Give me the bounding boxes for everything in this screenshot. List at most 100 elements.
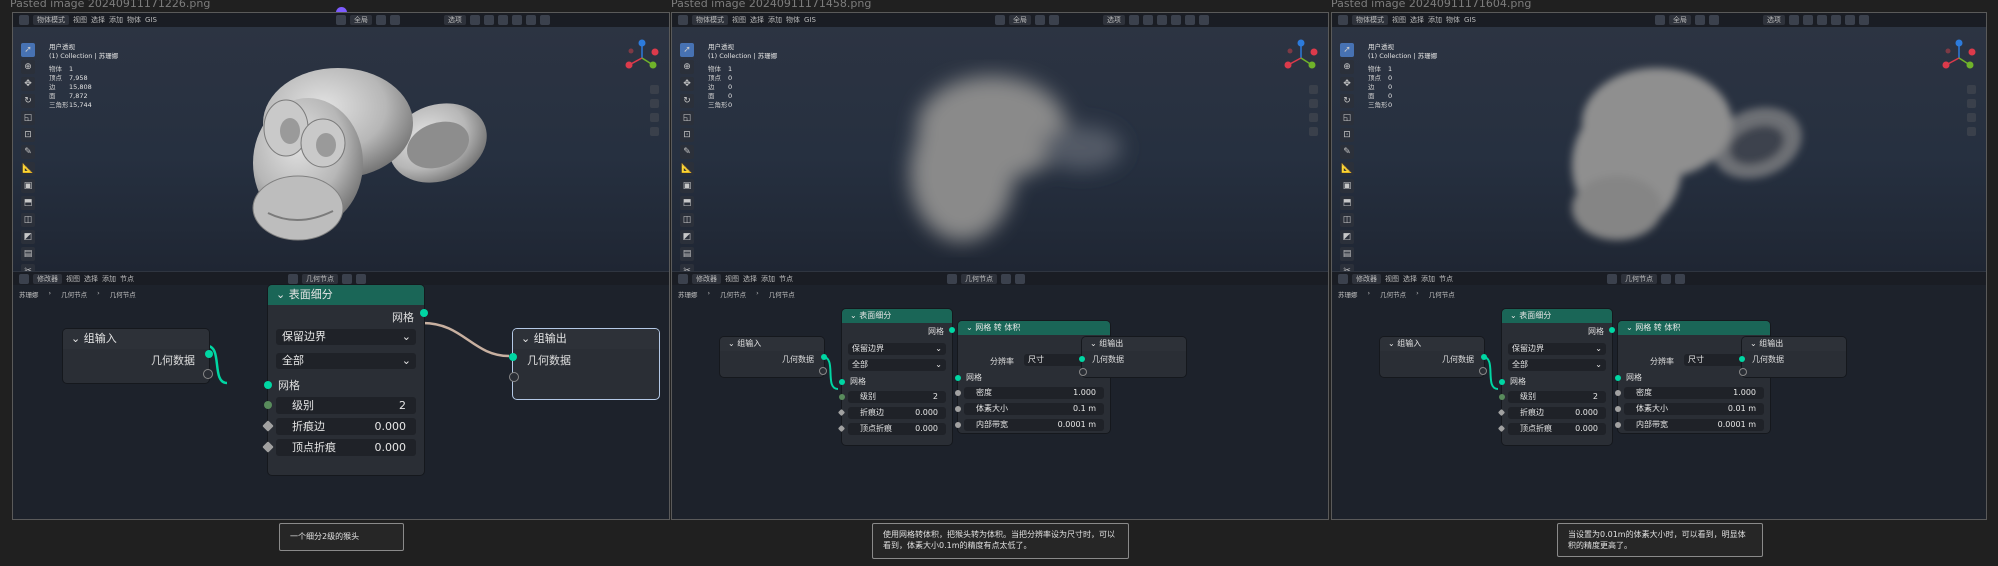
- fake-user-icon[interactable]: [342, 274, 352, 284]
- mesh-input-socket[interactable]: [955, 375, 961, 381]
- move-tool-icon[interactable]: ✥: [21, 77, 35, 91]
- mesh-output-socket[interactable]: [1609, 327, 1615, 333]
- node-editor-canvas[interactable]: 苏珊娜 › 几何节点 › 几何节点 ⌄ 组输入 几何数据 ⌄ 表面细分 网格 保留边…: [672, 285, 1328, 519]
- level-field[interactable]: 级别 2: [848, 391, 946, 403]
- annotate-tool-icon[interactable]: ✎: [21, 145, 35, 159]
- group-output-node[interactable]: ⌄ 组输出 几何数据: [509, 329, 659, 399]
- geometry-input-socket[interactable]: [509, 353, 517, 361]
- fake-user-icon[interactable]: [1661, 274, 1671, 284]
- inset-tool-icon[interactable]: ◫: [1340, 213, 1354, 227]
- overlay-icon[interactable]: [497, 15, 508, 25]
- menu-view[interactable]: 视图: [725, 274, 739, 284]
- boundary-smooth-dropdown[interactable]: 全部 ⌄: [848, 359, 946, 371]
- transform-tool-icon[interactable]: ⊡: [1340, 128, 1354, 142]
- node-tree-icon[interactable]: [288, 274, 298, 284]
- loop-cut-tool-icon[interactable]: ▤: [1340, 247, 1354, 261]
- mesh-output-socket[interactable]: [949, 327, 955, 333]
- crease-socket[interactable]: [837, 408, 846, 417]
- edge-crease-field[interactable]: 折痕边 0.000: [848, 407, 946, 419]
- menu-add[interactable]: 添加: [1428, 15, 1442, 25]
- menu-view[interactable]: 视图: [1385, 274, 1399, 284]
- scale-tool-icon[interactable]: ◱: [680, 111, 694, 125]
- transform-icon[interactable]: [994, 15, 1005, 25]
- rotate-tool-icon[interactable]: ↻: [680, 94, 694, 108]
- uv-smooth-dropdown[interactable]: 保留边界 ⌄: [276, 329, 416, 345]
- vertex-crease-socket[interactable]: [262, 441, 274, 453]
- mesh-output-socket[interactable]: [420, 309, 428, 317]
- mode-dropdown[interactable]: 物体模式: [33, 15, 69, 25]
- mesh-input-socket[interactable]: [1499, 379, 1505, 385]
- annotate-tool-icon[interactable]: ✎: [1340, 145, 1354, 159]
- gizmo-icon[interactable]: [1142, 15, 1153, 25]
- zoom-icon[interactable]: [1309, 85, 1318, 94]
- vertex-crease-field[interactable]: 顶点折痕 0.000: [276, 439, 416, 456]
- density-socket[interactable]: [1615, 390, 1621, 396]
- camera-icon[interactable]: [1309, 113, 1318, 122]
- menu-node[interactable]: 节点: [779, 274, 793, 284]
- edge-crease-field[interactable]: 折痕边 0.000: [1508, 407, 1606, 419]
- menu-object[interactable]: 物体: [786, 15, 800, 25]
- mesh-input-socket[interactable]: [839, 379, 845, 385]
- voxel-size-field[interactable]: 体素大小 0.1 m: [964, 403, 1104, 415]
- options-dropdown[interactable]: 选项: [1762, 15, 1785, 25]
- interior-band-field[interactable]: 内部带宽 0.0001 m: [964, 419, 1104, 431]
- rotate-tool-icon[interactable]: ↻: [21, 94, 35, 108]
- node-editor-canvas[interactable]: 苏珊娜 › 几何节点 › 几何节点 ⌄ 组输入 几何数据 ⌄ 表面细分 网格 保留边…: [1332, 285, 1986, 519]
- interior-band-socket[interactable]: [1615, 422, 1621, 428]
- perspective-icon[interactable]: [1309, 127, 1318, 136]
- menu-view[interactable]: 视图: [732, 15, 746, 25]
- vertex-crease-field[interactable]: 顶点折痕 0.000: [1508, 423, 1606, 435]
- navigation-gizmo[interactable]: [1282, 39, 1320, 77]
- select-tool-icon[interactable]: ➚: [680, 43, 694, 57]
- editor-type-icon[interactable]: [19, 274, 29, 284]
- knife-tool-icon[interactable]: ✂: [1340, 264, 1354, 271]
- visibility-icon[interactable]: [1128, 15, 1139, 25]
- camera-icon[interactable]: [650, 113, 659, 122]
- vertex-crease-socket[interactable]: [1497, 424, 1506, 433]
- add-cube-tool-icon[interactable]: ▣: [21, 179, 35, 193]
- geometry-input-socket[interactable]: [1739, 356, 1745, 362]
- perspective-icon[interactable]: [650, 127, 659, 136]
- measure-tool-icon[interactable]: 📐: [680, 162, 694, 176]
- scale-tool-icon[interactable]: ◱: [1340, 111, 1354, 125]
- editor-type-icon[interactable]: [1338, 274, 1348, 284]
- node-editor-canvas[interactable]: 苏珊娜 › 几何节点 › 几何节点 ⌄ 组输入 几何数据 ⌄ 表面细分 网格 保留边…: [13, 285, 669, 519]
- gizmo-icon[interactable]: [1802, 15, 1813, 25]
- geometry-output-socket[interactable]: [205, 350, 213, 358]
- snap-icon[interactable]: [375, 15, 386, 25]
- menu-add[interactable]: 添加: [109, 15, 123, 25]
- select-tool-icon[interactable]: ➚: [21, 43, 35, 57]
- node-tree-name[interactable]: 几何节点: [961, 274, 997, 284]
- subdivision-surface-node[interactable]: ⌄ 表面细分 网格 保留边界 ⌄ 全部 ⌄ 网格 级别 2 折痕边 0.000 顶点折痕…: [1497, 309, 1615, 445]
- knife-tool-icon[interactable]: ✂: [680, 264, 694, 271]
- edge-crease-field[interactable]: 折痕边 0.000: [276, 418, 416, 435]
- level-field[interactable]: 级别 2: [1508, 391, 1606, 403]
- menu-view[interactable]: 视图: [1392, 15, 1406, 25]
- geometry-input-socket[interactable]: [1079, 356, 1085, 362]
- menu-gis[interactable]: GIS: [1464, 16, 1476, 24]
- empty-socket[interactable]: [203, 369, 213, 379]
- interior-band-socket[interactable]: [955, 422, 961, 428]
- menu-select[interactable]: 选择: [743, 274, 757, 284]
- navigation-gizmo[interactable]: [623, 39, 661, 77]
- menu-view[interactable]: 视图: [66, 274, 80, 284]
- level-socket[interactable]: [1499, 394, 1505, 400]
- snap-icon[interactable]: [1034, 15, 1045, 25]
- rotate-tool-icon[interactable]: ↻: [1340, 94, 1354, 108]
- overlay-icon[interactable]: [1816, 15, 1827, 25]
- shading-solid-icon[interactable]: [1184, 15, 1195, 25]
- menu-add[interactable]: 添加: [102, 274, 116, 284]
- voxel-size-field[interactable]: 体素大小 0.01 m: [1624, 403, 1764, 415]
- options-dropdown[interactable]: 选项: [1102, 15, 1125, 25]
- menu-add[interactable]: 添加: [761, 274, 775, 284]
- editor-context-dropdown[interactable]: 修改器: [692, 274, 721, 284]
- cursor-tool-icon[interactable]: ⊕: [21, 60, 35, 74]
- pan-icon[interactable]: [650, 99, 659, 108]
- extrude-tool-icon[interactable]: ⬒: [1340, 196, 1354, 210]
- pan-icon[interactable]: [1967, 99, 1976, 108]
- measure-tool-icon[interactable]: 📐: [21, 162, 35, 176]
- menu-node[interactable]: 节点: [120, 274, 134, 284]
- add-cube-tool-icon[interactable]: ▣: [680, 179, 694, 193]
- gizmo-icon[interactable]: [483, 15, 494, 25]
- menu-select[interactable]: 选择: [91, 15, 105, 25]
